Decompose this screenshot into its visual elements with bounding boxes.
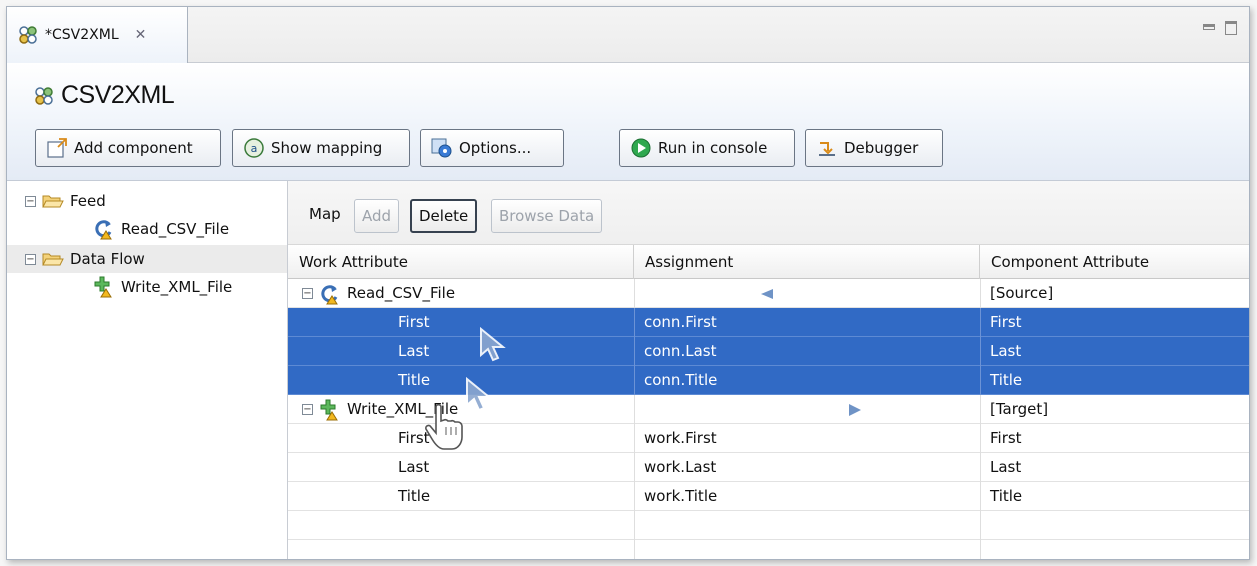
arrow-left-icon <box>761 289 861 299</box>
tree-node-label: Read_CSV_File <box>121 220 230 238</box>
mapping-panel: Map Add Delete Browse Data Work Attribut… <box>288 181 1249 559</box>
show-mapping-button[interactable]: a Show mapping <box>232 129 410 167</box>
work-attribute-cell: Write_XML_File <box>347 400 459 418</box>
assignment-cell <box>634 279 980 308</box>
work-attribute-cell: Title <box>398 487 431 505</box>
map-label: Map <box>309 205 341 223</box>
editor-window: *CSV2XML ✕ CSV2XML Add component a Show … <box>6 6 1250 560</box>
tab-label: *CSV2XML <box>45 27 119 43</box>
mapping-icon: a <box>243 137 265 159</box>
table-row[interactable]: Last work.Last Last <box>288 453 1249 482</box>
reader-component-icon <box>93 218 115 240</box>
assignment-cell: work.Last <box>634 453 980 482</box>
browse-data-button[interactable]: Browse Data <box>491 199 603 233</box>
assignment-cell: conn.Last <box>634 337 980 366</box>
tree-node-data-flow[interactable]: − Data Flow <box>7 245 287 273</box>
tree-node-label: Write_XML_File <box>121 278 233 296</box>
svg-text:a: a <box>251 142 258 155</box>
assignment-cell: work.Title <box>634 482 980 511</box>
tab-close-icon[interactable]: ✕ <box>135 27 147 43</box>
work-attribute-cell: First <box>398 313 430 331</box>
component-attribute-cell: Title <box>980 482 1249 511</box>
reader-component-icon <box>319 283 341 305</box>
tree-node-write-xml-file[interactable]: Write_XML_File <box>93 273 232 301</box>
debugger-button[interactable]: Debugger <box>805 129 943 167</box>
debugger-label: Debugger <box>844 139 919 157</box>
assignment-cell: conn.Title <box>634 366 980 395</box>
assignment-cell: work.First <box>634 424 980 453</box>
tree-node-label: Data Flow <box>70 250 145 268</box>
add-button[interactable]: Add <box>354 199 400 233</box>
collapse-icon[interactable]: − <box>302 288 313 299</box>
table-row-empty <box>288 511 1249 540</box>
work-attribute-cell: Title <box>398 371 431 389</box>
tab-csv2xml[interactable]: *CSV2XML ✕ <box>7 7 188 63</box>
add-component-button[interactable]: Add component <box>35 129 221 167</box>
editor-title: CSV2XML <box>61 81 175 109</box>
minimize-icon[interactable] <box>1203 24 1215 30</box>
component-attribute-cell: First <box>980 308 1249 337</box>
component-tree: − Feed Read_CSV_File − Data Flow Write_X… <box>7 181 288 559</box>
tree-node-feed[interactable]: − Feed <box>25 187 106 215</box>
component-attribute-cell: Title <box>980 366 1249 395</box>
run-in-console-button[interactable]: Run in console <box>619 129 795 167</box>
add-component-label: Add component <box>74 139 193 157</box>
tab-strip: *CSV2XML ✕ <box>7 7 1249 63</box>
page-title: CSV2XML <box>33 81 175 110</box>
delete-button[interactable]: Delete <box>410 199 478 233</box>
writer-component-icon <box>319 399 341 421</box>
component-attribute-cell: Last <box>980 337 1249 366</box>
work-attribute-cell: First <box>398 429 430 447</box>
component-attribute-cell: [Source] <box>980 279 1249 308</box>
options-button[interactable]: Options... <box>420 129 564 167</box>
tree-node-read-csv-file[interactable]: Read_CSV_File <box>93 215 229 243</box>
editor-header: CSV2XML Add component a Show mapping Opt… <box>7 63 1249 181</box>
column-header-assignment[interactable]: Assignment <box>634 245 980 279</box>
options-label: Options... <box>459 139 532 157</box>
run-icon <box>630 137 652 159</box>
table-row[interactable]: Title work.Title Title <box>288 482 1249 511</box>
project-icon <box>17 24 39 46</box>
collapse-icon[interactable]: − <box>25 195 36 207</box>
window-controls <box>1203 21 1237 35</box>
options-gear-icon <box>431 137 453 159</box>
table-header: Work Attribute Assignment Component Attr… <box>288 245 1249 279</box>
assignment-cell <box>634 395 980 424</box>
add-component-icon <box>46 137 68 159</box>
component-attribute-cell: First <box>980 424 1249 453</box>
map-toolbar: Map Add Delete Browse Data <box>288 181 1249 245</box>
arrow-right-icon <box>771 404 861 416</box>
folder-open-icon <box>42 251 64 267</box>
table-row[interactable]: Last conn.Last Last <box>288 337 1249 366</box>
work-attribute-cell: Last <box>398 342 430 360</box>
writer-component-icon <box>93 276 115 298</box>
column-header-work-attribute[interactable]: Work Attribute <box>288 245 634 279</box>
collapse-icon[interactable]: − <box>302 404 313 415</box>
assignment-cell: conn.First <box>634 308 980 337</box>
table-row[interactable]: Title conn.Title Title <box>288 366 1249 395</box>
component-attribute-cell: [Target] <box>980 395 1249 424</box>
table-row[interactable]: First work.First First <box>288 424 1249 453</box>
group-cell: − Read_CSV_File <box>302 279 455 308</box>
maximize-icon[interactable] <box>1225 21 1237 35</box>
debugger-icon <box>816 137 838 159</box>
group-cell: − Write_XML_File <box>302 395 458 424</box>
folder-open-icon <box>42 193 64 209</box>
work-attribute-cell: Last <box>398 458 430 476</box>
collapse-icon[interactable]: − <box>25 253 36 265</box>
project-icon <box>33 85 55 107</box>
show-mapping-label: Show mapping <box>271 139 383 157</box>
table-row[interactable]: − Write_XML_File [Target] <box>288 395 1249 424</box>
work-attribute-cell: Read_CSV_File <box>347 284 456 302</box>
run-in-console-label: Run in console <box>658 139 768 157</box>
table-row[interactable]: − Read_CSV_File [Source] <box>288 279 1249 308</box>
tree-node-label: Feed <box>70 192 106 210</box>
table-row-empty <box>288 540 1249 559</box>
column-header-component-attribute[interactable]: Component Attribute <box>980 245 1249 279</box>
component-attribute-cell: Last <box>980 453 1249 482</box>
table-row[interactable]: First conn.First First <box>288 308 1249 337</box>
